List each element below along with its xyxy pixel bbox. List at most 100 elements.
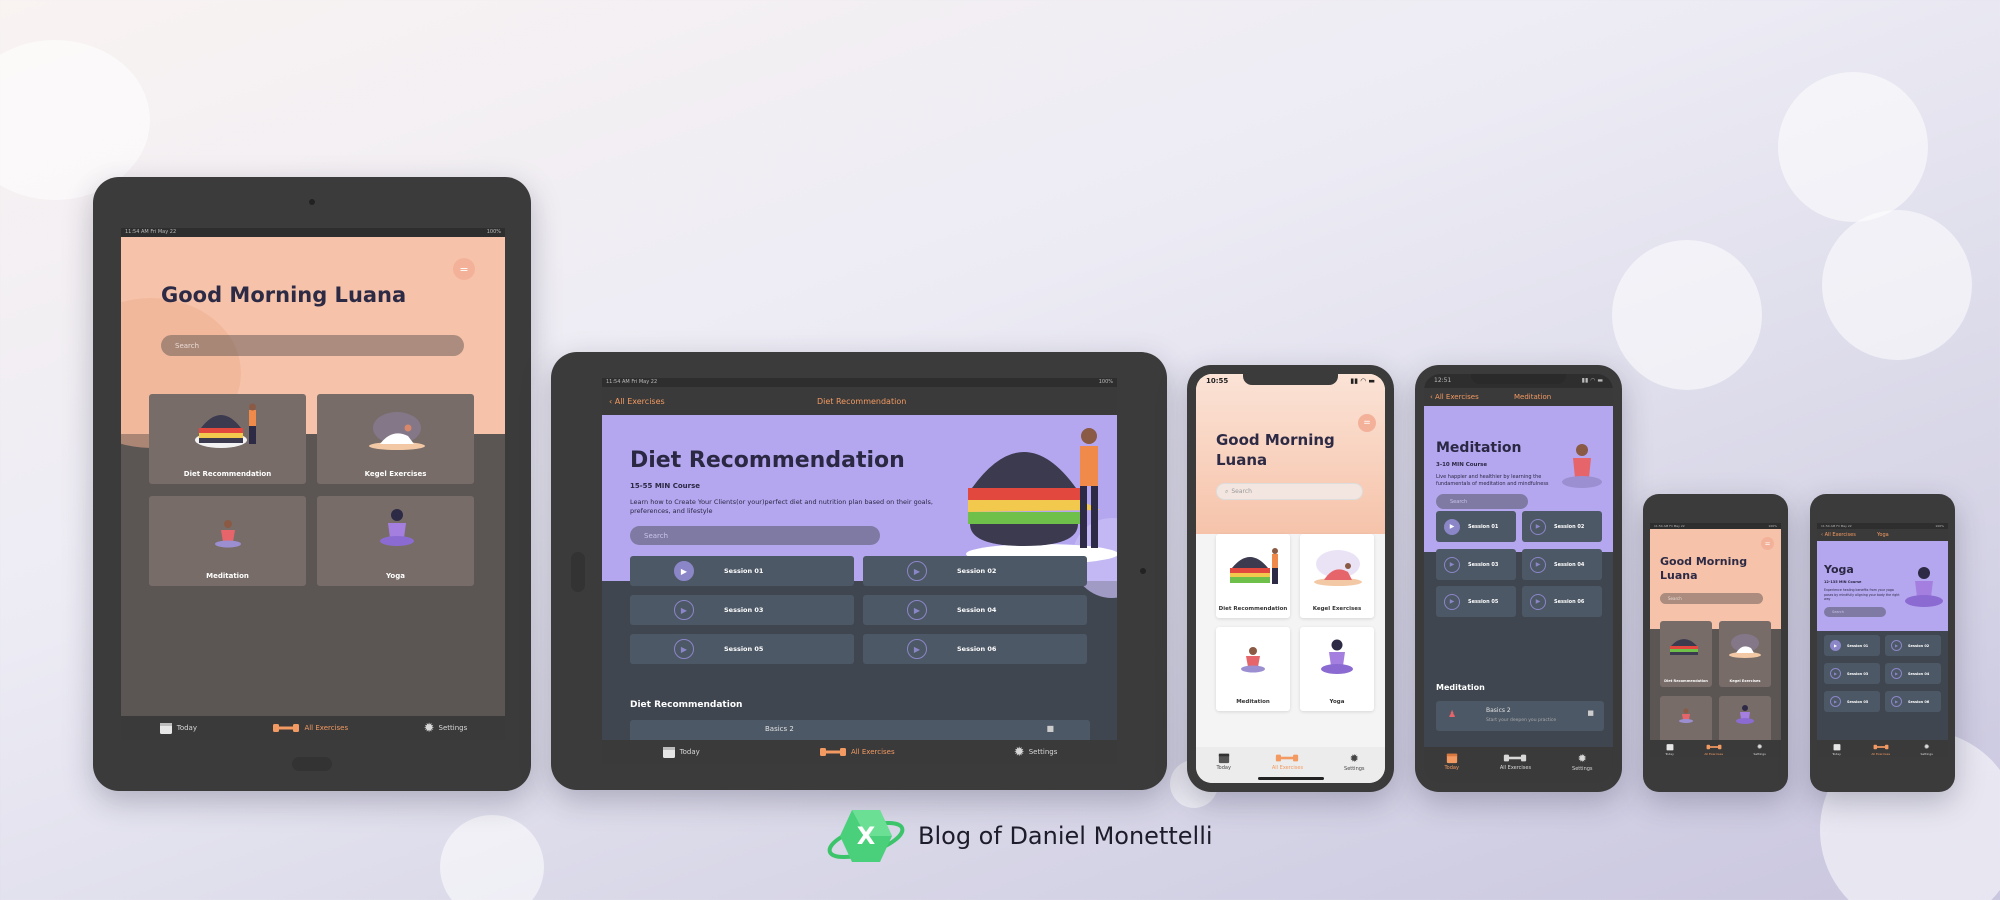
session-label: Session 01 (1847, 643, 1869, 648)
session-button[interactable]: ▶ Session 01 (1824, 635, 1880, 656)
search-input[interactable]: Search (630, 526, 880, 545)
back-button[interactable]: ‹ All Exercises (1821, 532, 1856, 538)
card-label: Kegel Exercises (1312, 606, 1362, 612)
session-button[interactable]: ▶ Session 04 (863, 595, 1087, 625)
tab-bar: Today All Exercises ✹ Settings (602, 740, 1117, 764)
search-input[interactable]: Search (1436, 494, 1528, 509)
menu-lines-icon: = (459, 262, 469, 276)
tab-all-exercises[interactable]: All Exercises (819, 745, 895, 759)
session-button[interactable]: ▶ Session 04 (1885, 663, 1941, 684)
session-label: Session 03 (1847, 671, 1869, 676)
meditating-person-illustration (215, 520, 241, 548)
search-input[interactable]: Search (161, 335, 464, 356)
play-icon: ▶ (1891, 696, 1902, 707)
home-button[interactable] (571, 552, 585, 592)
category-card-meditation[interactable]: Meditation (149, 496, 306, 586)
category-card-meditation[interactable]: Meditation (1216, 627, 1290, 711)
tab-today[interactable]: Today (662, 745, 700, 759)
course-duration: 3-10 MIN Course (1436, 462, 1488, 468)
menu-button[interactable]: = (1358, 414, 1376, 432)
play-icon: ▶ (1444, 518, 1460, 535)
tab-label: Settings (1753, 751, 1766, 756)
gear-icon: ✹ (1013, 744, 1025, 760)
yoga-screen: 11:54 AM Fri May 22 100% ‹ All Exercises … (1817, 523, 1948, 757)
session-button[interactable]: ▶ Session 01 (630, 556, 854, 586)
dumbbell-icon (1872, 743, 1890, 751)
session-button[interactable]: ▶ Session 02 (1522, 511, 1602, 542)
play-icon: ▶ (674, 561, 694, 581)
session-button[interactable]: ▶ Session 06 (1522, 586, 1602, 617)
session-button[interactable]: ▶ Session 02 (1885, 635, 1941, 656)
tab-settings[interactable]: ✹ Settings (1572, 752, 1593, 772)
tab-all-exercises[interactable]: All Exercises (1272, 752, 1303, 771)
greeting-title: Good Morning Luana (161, 283, 407, 307)
tab-all-exercises[interactable]: All Exercises (272, 721, 348, 735)
category-card-kegel[interactable]: Kegel Exercises (1300, 534, 1374, 618)
search-input[interactable]: ⌕ Search (1216, 483, 1363, 500)
session-button[interactable]: ▶ Session 01 (1436, 511, 1516, 542)
stretching-illustration (1314, 550, 1362, 586)
tab-label: All Exercises (850, 748, 895, 756)
session-label: Session 06 (1554, 598, 1585, 605)
category-card-meditation[interactable] (1660, 696, 1712, 746)
list-item[interactable]: ♟ Basics 2 Start your deepen you practic… (1436, 701, 1604, 731)
tab-today[interactable]: Today (1665, 743, 1674, 756)
session-button[interactable]: ▶ Session 04 (1522, 549, 1602, 580)
session-button[interactable]: ▶ Session 05 (1436, 586, 1516, 617)
category-card-diet[interactable]: Diet Recommendation (1216, 534, 1290, 618)
gear-icon: ✹ (423, 720, 435, 736)
session-button[interactable]: ▶ Session 05 (1824, 691, 1880, 712)
tab-bar: Today All Exercises ✹ Settings (1424, 747, 1613, 783)
back-button[interactable]: ‹ All Exercises (609, 397, 665, 406)
brand-footer: X Blog of Daniel Monettelli (826, 806, 1213, 866)
session-button[interactable]: ▶ Session 03 (1824, 663, 1880, 684)
tab-all-exercises[interactable]: All Exercises (1704, 743, 1723, 756)
play-icon: ▶ (1830, 640, 1841, 651)
tab-all-exercises[interactable]: All Exercises (1871, 743, 1890, 756)
tab-all-exercises[interactable]: All Exercises (1500, 752, 1531, 771)
category-card-yoga[interactable]: Yoga (317, 496, 474, 586)
session-button[interactable]: ▶ Session 06 (863, 634, 1087, 664)
back-button[interactable]: ‹ All Exercises (1430, 393, 1479, 401)
session-button[interactable]: ▶ Session 05 (630, 634, 854, 664)
calendar-icon (1666, 743, 1674, 751)
session-button[interactable]: ▶ Session 06 (1885, 691, 1941, 712)
tab-today[interactable]: Today (1216, 752, 1231, 771)
tab-bar: Today All Exercises ✹ Settings (121, 716, 505, 740)
back-label: All Exercises (1435, 393, 1479, 401)
tab-settings[interactable]: ✹ Settings (424, 721, 468, 736)
tab-label: Today (1444, 765, 1459, 771)
category-card-kegel[interactable]: Kegel Exercises (317, 394, 474, 484)
category-card-yoga[interactable] (1719, 696, 1771, 746)
menu-button[interactable]: = (453, 258, 475, 280)
tab-today[interactable]: Today (1444, 752, 1459, 771)
card-label: Diet Recommendation (1664, 679, 1708, 683)
category-card-kegel[interactable]: Kegel Exercises (1719, 621, 1771, 687)
brand-text[interactable]: Blog of Daniel Monettelli (918, 822, 1213, 850)
iphone-max-device: 12:51 ▮▮ ◠ ▬ ‹ All Exercises Meditation M… (1415, 365, 1622, 792)
play-icon: ▶ (907, 639, 927, 659)
search-input[interactable]: Search (1660, 593, 1763, 604)
category-card-yoga[interactable]: Yoga (1300, 627, 1374, 711)
stretching-illustration (1729, 634, 1761, 658)
tab-settings[interactable]: ✹ Settings (1014, 745, 1058, 760)
session-button[interactable]: ▶ Session 02 (863, 556, 1087, 586)
dumbbell-icon (272, 721, 300, 735)
tab-today[interactable]: Today (159, 721, 197, 735)
menu-button[interactable]: = (1761, 537, 1774, 550)
session-button[interactable]: ▶ Session 03 (1436, 549, 1516, 580)
search-input[interactable]: Search (1824, 607, 1886, 617)
tab-settings[interactable]: ✹ Settings (1753, 743, 1765, 756)
session-label: Session 02 (1908, 643, 1930, 648)
tab-settings[interactable]: ✹ Settings (1344, 752, 1365, 772)
bg-circle (440, 815, 544, 900)
nav-bar: ‹ All Exercises Yoga (1817, 529, 1948, 541)
home-button[interactable] (292, 757, 332, 771)
category-card-diet[interactable]: Diet Recommendation (1660, 621, 1712, 687)
tab-label: All Exercises (1704, 751, 1724, 756)
session-button[interactable]: ▶ Session 03 (630, 595, 854, 625)
tab-today[interactable]: Today (1832, 743, 1841, 756)
category-card-diet[interactable]: Diet Recommendation (149, 394, 306, 484)
tab-settings[interactable]: ✹ Settings (1920, 743, 1932, 756)
tab-label: Settings (1572, 766, 1593, 772)
